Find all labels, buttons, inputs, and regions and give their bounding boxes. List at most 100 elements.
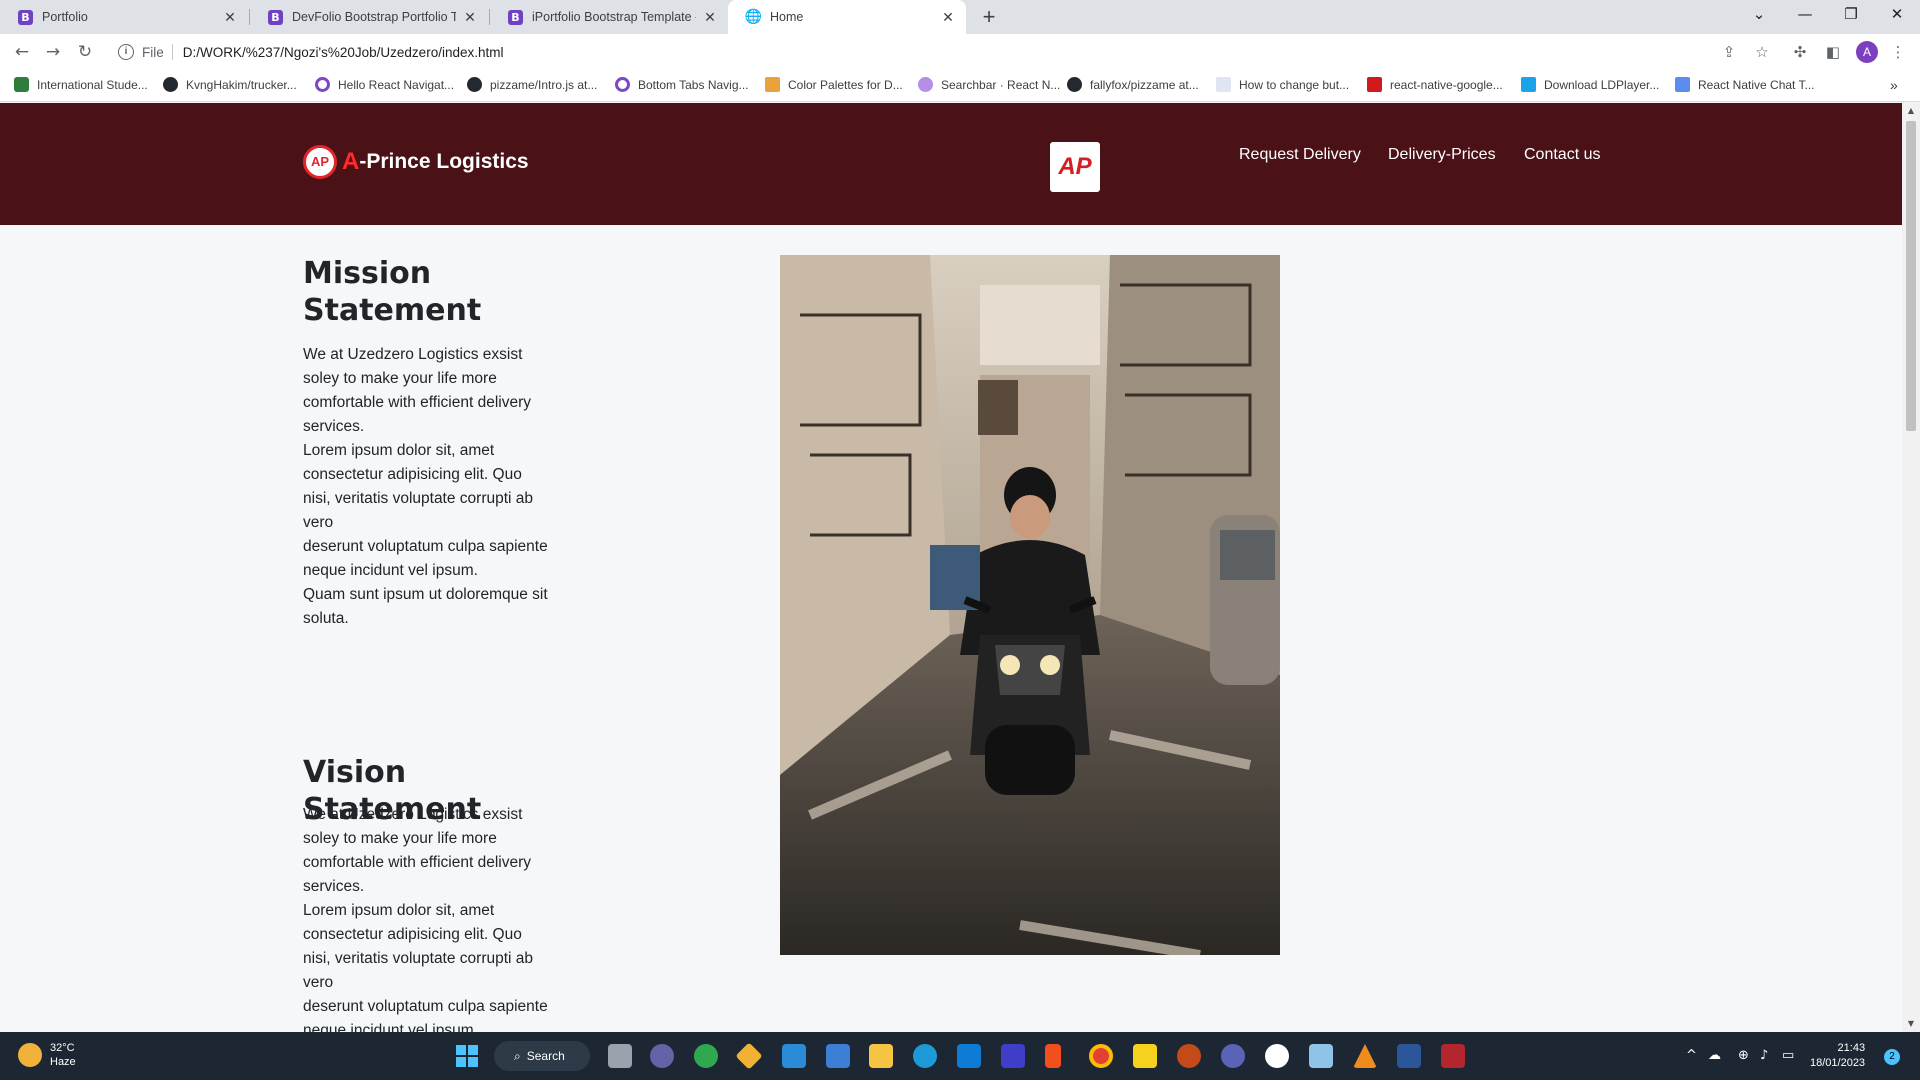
back-button[interactable]: ← bbox=[10, 40, 34, 64]
mail-icon[interactable] bbox=[782, 1044, 806, 1068]
side-panel-icon[interactable]: ◧ bbox=[1823, 42, 1843, 62]
tab-devfolio[interactable]: B DevFolio Bootstrap Portfolio Tem ✕ bbox=[250, 0, 488, 34]
forward-button[interactable]: → bbox=[41, 40, 65, 64]
game-icon[interactable] bbox=[1177, 1044, 1201, 1068]
tab-portfolio[interactable]: B Portfolio ✕ bbox=[0, 0, 248, 34]
share-icon[interactable]: ⇪ bbox=[1719, 42, 1739, 62]
globe-icon: 🌐 bbox=[744, 9, 763, 25]
android-studio-icon[interactable] bbox=[1001, 1044, 1025, 1068]
close-window-button[interactable]: ✕ bbox=[1874, 0, 1920, 30]
mission-heading: Mission Statement bbox=[303, 256, 482, 328]
close-icon[interactable]: ✕ bbox=[462, 9, 478, 26]
edge-icon[interactable] bbox=[913, 1044, 937, 1068]
bookmark-item[interactable]: pizzame/Intro.js at... bbox=[467, 77, 597, 92]
scroll-thumb[interactable] bbox=[1906, 121, 1916, 431]
volume-icon[interactable]: ♪ bbox=[1760, 1048, 1768, 1063]
minimize-button[interactable]: — bbox=[1782, 0, 1828, 30]
bookmark-item[interactable]: Color Palettes for D... bbox=[765, 77, 903, 92]
close-icon[interactable]: ✕ bbox=[222, 9, 238, 26]
teams-icon[interactable] bbox=[650, 1044, 674, 1068]
tab-title: iPortfolio Bootstrap Template - Ir bbox=[532, 10, 696, 24]
brand[interactable]: AP A -Prince Logistics bbox=[303, 145, 529, 179]
chevron-up-icon[interactable]: ^ bbox=[1686, 1048, 1697, 1063]
tab-iportfolio[interactable]: B iPortfolio Bootstrap Template - Ir ✕ bbox=[490, 0, 728, 34]
scroll-up-icon[interactable]: ▲ bbox=[1902, 103, 1920, 119]
bookmark-label: fallyfox/pizzame at... bbox=[1090, 77, 1199, 92]
mission-paragraph: deserunt voluptatum culpa sapiente neque… bbox=[303, 538, 548, 579]
shield-icon bbox=[14, 77, 29, 92]
git-icon[interactable] bbox=[735, 1042, 763, 1070]
mission-paragraph: Quam sunt ipsum ut doloremque sit soluta… bbox=[303, 586, 548, 627]
nav-request-delivery[interactable]: Request Delivery bbox=[1239, 146, 1361, 164]
profile-avatar[interactable]: A bbox=[1856, 41, 1878, 63]
vlc-icon[interactable] bbox=[1353, 1044, 1377, 1068]
file-explorer-icon[interactable] bbox=[869, 1044, 893, 1068]
bookmarks-bar: International Stude... KvngHakim/trucker… bbox=[0, 70, 1920, 102]
address-bar[interactable]: i File D:/WORK/%237/Ngozi's%20Job/Uzedze… bbox=[108, 38, 1808, 66]
bookmark-item[interactable]: How to change but... bbox=[1216, 77, 1349, 92]
bookmark-item[interactable]: React Native Chat T... bbox=[1675, 77, 1815, 92]
extensions-icon[interactable]: ✣ bbox=[1790, 42, 1810, 62]
figma-icon[interactable] bbox=[1045, 1044, 1061, 1068]
store-icon[interactable] bbox=[826, 1044, 850, 1068]
onedrive-icon[interactable]: ☁ bbox=[1708, 1048, 1721, 1063]
bookmark-label: International Stude... bbox=[37, 77, 148, 92]
page-scrollbar[interactable]: ▲ ▼ bbox=[1902, 103, 1920, 1032]
mission-text: We at Uzedzero Logistics exsist soley to… bbox=[303, 343, 548, 631]
scooter-illustration bbox=[780, 255, 1280, 955]
start-tile bbox=[456, 1057, 466, 1067]
info-icon[interactable]: i bbox=[118, 44, 134, 60]
winrar-icon[interactable] bbox=[1441, 1044, 1465, 1068]
bookmark-item[interactable]: Hello React Navigat... bbox=[315, 77, 454, 92]
edge-dev-icon[interactable] bbox=[694, 1044, 718, 1068]
weather-widget[interactable]: 32°C Haze bbox=[18, 1041, 76, 1069]
taskbar-search[interactable]: ⌕ Search bbox=[494, 1041, 590, 1071]
weather-haze-icon bbox=[18, 1043, 42, 1067]
bookmark-label: KvngHakim/trucker... bbox=[186, 77, 297, 92]
task-view-icon[interactable] bbox=[608, 1044, 632, 1068]
terminal-icon[interactable] bbox=[1221, 1044, 1245, 1068]
mission-paragraph: We at Uzedzero Logistics exsist soley to… bbox=[303, 346, 532, 435]
bookmark-item[interactable]: react-native-google... bbox=[1367, 77, 1503, 92]
react-navigation-icon bbox=[315, 77, 330, 92]
nav-contact-us[interactable]: Contact us bbox=[1524, 146, 1600, 164]
bookmark-label: Download LDPlayer... bbox=[1544, 77, 1660, 92]
bookmark-item[interactable]: fallyfox/pizzame at... bbox=[1067, 77, 1199, 92]
start-tile bbox=[468, 1045, 478, 1055]
app-icon[interactable] bbox=[1265, 1044, 1289, 1068]
tab-title: Portfolio bbox=[42, 10, 88, 24]
new-tab-button[interactable]: + bbox=[976, 4, 1002, 30]
bookmark-star-icon[interactable]: ☆ bbox=[1752, 42, 1772, 62]
notification-badge[interactable]: 2 bbox=[1884, 1049, 1900, 1065]
start-tile bbox=[456, 1045, 466, 1055]
url-text[interactable]: D:/WORK/%237/Ngozi's%20Job/Uzedzero/inde… bbox=[183, 45, 504, 60]
nav-delivery-prices[interactable]: Delivery-Prices bbox=[1388, 146, 1496, 164]
bookmark-item[interactable]: Bottom Tabs Navig... bbox=[615, 77, 749, 92]
tab-home[interactable]: 🌐 Home ✕ bbox=[728, 0, 966, 34]
bookmark-item[interactable]: Searchbar · React N... bbox=[918, 77, 1060, 92]
close-icon[interactable]: ✕ bbox=[702, 9, 718, 26]
language-icon[interactable]: ⊕ bbox=[1738, 1048, 1749, 1063]
npm-icon bbox=[1367, 77, 1382, 92]
snipping-icon[interactable] bbox=[1309, 1044, 1333, 1068]
weather-condition: Haze bbox=[50, 1056, 76, 1068]
bookmark-item[interactable]: KvngHakim/trucker... bbox=[163, 77, 297, 92]
word-icon[interactable] bbox=[1397, 1044, 1421, 1068]
browser-toolbar: ← → ↻ i File D:/WORK/%237/Ngozi's%20Job/… bbox=[0, 34, 1920, 70]
chrome-icon[interactable] bbox=[1089, 1044, 1113, 1068]
scroll-down-icon[interactable]: ▼ bbox=[1902, 1016, 1920, 1032]
start-button[interactable] bbox=[456, 1045, 478, 1067]
bookmark-label: pizzame/Intro.js at... bbox=[490, 77, 598, 92]
menu-kebab-icon[interactable]: ⋮ bbox=[1888, 42, 1908, 62]
system-clock[interactable]: 21:43 18/01/2023 bbox=[1810, 1041, 1865, 1071]
bookmark-item[interactable]: Download LDPlayer... bbox=[1521, 77, 1659, 92]
close-icon[interactable]: ✕ bbox=[940, 9, 956, 26]
reload-button[interactable]: ↻ bbox=[73, 40, 97, 64]
bookmark-item[interactable]: International Stude... bbox=[14, 77, 148, 92]
vscode-icon[interactable] bbox=[957, 1044, 981, 1068]
restore-button[interactable]: ❐ bbox=[1828, 0, 1874, 30]
sticky-notes-icon[interactable] bbox=[1133, 1044, 1157, 1068]
battery-icon[interactable]: ▭ bbox=[1782, 1048, 1794, 1063]
more-bookmarks-button[interactable]: » bbox=[1890, 77, 1898, 93]
tab-search-icon[interactable]: ⌄ bbox=[1736, 0, 1782, 30]
